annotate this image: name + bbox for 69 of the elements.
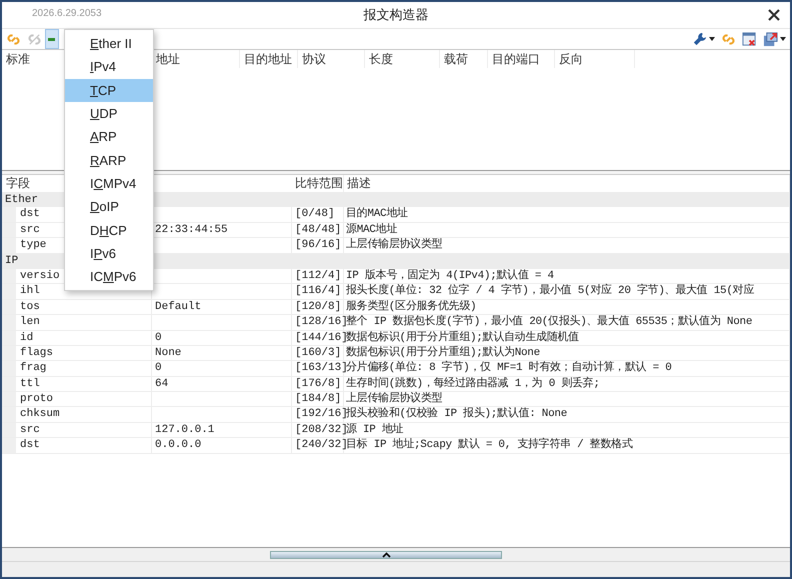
table-cell: ttl [16, 376, 152, 392]
table-cell: [48/48] [292, 222, 344, 238]
table-cell: 报头长度(单位: 32 位字 / 4 字节)，最小值 5(对应 20 字节)、最大值 15(对应 [344, 284, 790, 299]
table-cell: [116/4] [292, 284, 344, 299]
splitter-handle[interactable] [270, 550, 502, 558]
column-header[interactable]: 反向 [555, 50, 635, 68]
table-cell: [120/8] [292, 300, 344, 314]
add-button[interactable] [46, 30, 58, 48]
dropdown-arrow-icon [780, 37, 786, 41]
table-cell: dst [16, 438, 152, 453]
table-cell: 上层传输层协议类型 [344, 392, 790, 406]
menu-item[interactable]: ARP [65, 125, 153, 148]
table-cell: len [16, 315, 152, 330]
menu-item[interactable]: UDP [65, 102, 153, 126]
column-header[interactable]: 协议 [298, 50, 365, 68]
table-cell: chksum [16, 407, 152, 422]
table-cell: [192/16] [292, 407, 344, 422]
table-cell: [112/4] [292, 268, 344, 284]
table-cell: flags [16, 346, 152, 360]
column-header[interactable]: 长度 [365, 50, 440, 68]
table-cell: 64 [152, 376, 292, 392]
table-cell: 源MAC地址 [344, 222, 790, 238]
column-header[interactable]: 目的地址 [240, 50, 298, 68]
caret-icon [382, 552, 390, 558]
wrench-icon [693, 32, 707, 46]
menu-item[interactable]: Ether II [65, 32, 153, 56]
menu-item[interactable]: IPv4 [65, 55, 153, 79]
table-cell: 生存时间(跳数)，每经过路由器减 1，为 0 则丢弃; [344, 376, 790, 392]
table-cell: 服务类型(区分服务优先级) [344, 300, 790, 314]
table-cell: Default [152, 300, 292, 314]
table-cell: src [16, 422, 152, 438]
close-window-icon [742, 32, 757, 46]
column-header[interactable]: 载荷 [440, 50, 488, 68]
table-cell: [184/8] [292, 392, 344, 406]
table-cell: [144/16] [292, 330, 344, 345]
link-icon [721, 32, 736, 46]
link-icon [6, 32, 21, 46]
dropdown-arrow-icon [709, 37, 715, 41]
table-cell: IP 版本号，固定为 4(IPv4);默认值 = 4 [344, 268, 790, 284]
menu-item[interactable]: TCP [65, 78, 153, 102]
window-title: 报文构造器 [364, 6, 428, 24]
close-icon[interactable] [768, 9, 780, 21]
table-cell: 0 [152, 361, 292, 376]
broken-link-icon [27, 32, 42, 46]
wrench-button[interactable] [691, 30, 717, 48]
menu-item[interactable]: RARP [65, 148, 153, 172]
table-cell: proto [16, 392, 152, 406]
table-cell: [163/13] [292, 361, 344, 376]
export-icon [763, 32, 778, 46]
table-cell: [176/8] [292, 376, 344, 392]
table-cell: id [16, 330, 152, 345]
table-cell: [0/48] [292, 207, 344, 222]
table-cell: 目的MAC地址 [344, 207, 790, 222]
table-cell: 127.0.0.1 [152, 422, 292, 438]
column-header[interactable]: 目的端口 [488, 50, 555, 68]
table-cell: None [152, 346, 292, 360]
table-cell: 数据包标识(用于分片重组);默认为None [344, 346, 790, 360]
timestamp: 2026.6.29.2053 [32, 8, 102, 19]
table-cell: frag [16, 361, 152, 376]
table-cell: tos [16, 300, 152, 314]
export-button[interactable] [761, 30, 788, 48]
table-cell: [240/32] [292, 438, 344, 453]
table-cell: [96/16] [292, 238, 344, 253]
table-cell: 0.0.0.0 [152, 438, 292, 453]
table-cell: 0 [152, 330, 292, 345]
table-cell: [208/32] [292, 422, 344, 438]
table-cell: 上层传输层协议类型 [344, 238, 790, 253]
table-cell: [160/3] [292, 346, 344, 360]
table-cell: [128/16] [292, 315, 344, 330]
